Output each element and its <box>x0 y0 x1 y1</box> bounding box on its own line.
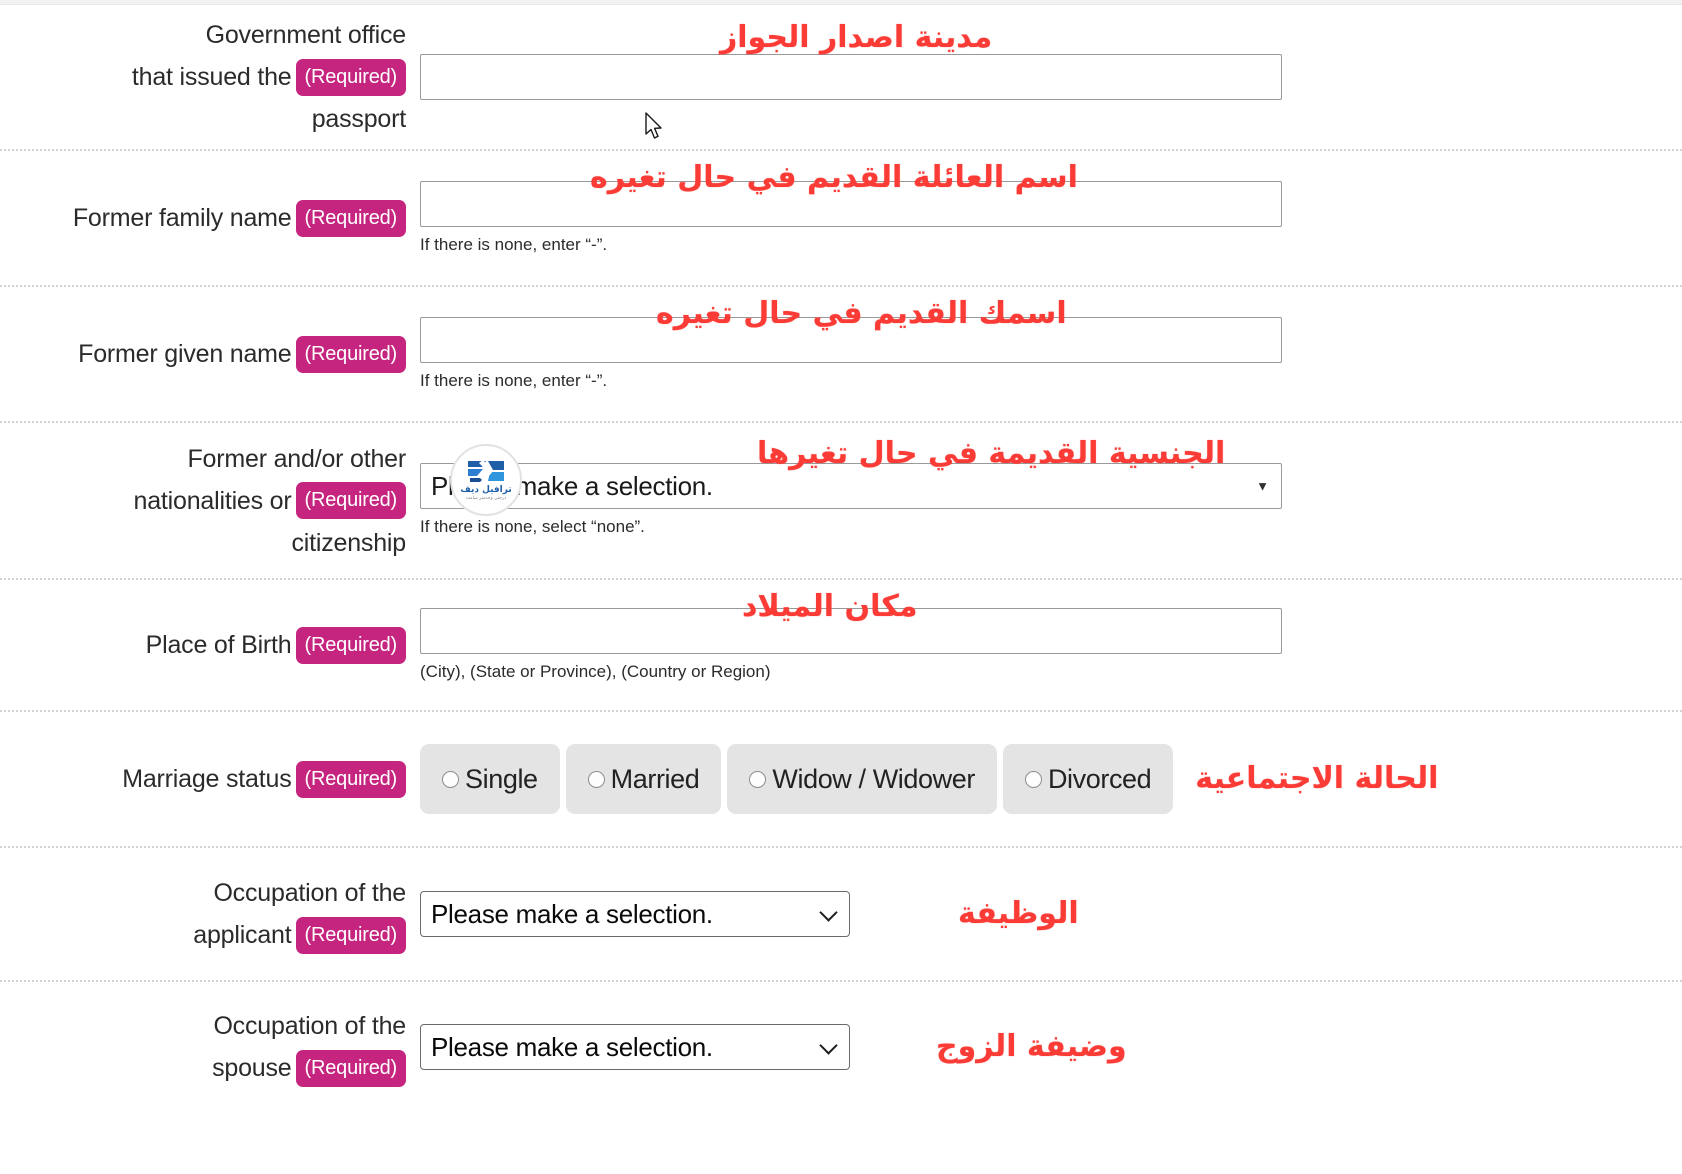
row-field-marriage-status: Single Married Widow / Widower Divorced <box>420 712 1682 846</box>
watermark-tagline: درجتي وخدمتر ميامت <box>465 496 507 502</box>
former-other-nationalities-hint: If there is none, select “none”. <box>420 517 645 537</box>
label-text: Marriage status (Required) <box>122 758 406 800</box>
table-row: Former given name (Required) اسمك القديم … <box>0 287 1682 423</box>
row-field-occupation-applicant: Please make a selection. الوظيفة <box>420 848 1682 980</box>
label-line: Place of Birth <box>145 631 292 659</box>
label-text: Occupation of the spouse (Required) <box>212 1005 406 1089</box>
former-given-name-input[interactable] <box>420 316 1282 363</box>
radio-option-label: Divorced <box>1047 763 1152 794</box>
required-badge: (Required) <box>295 199 406 237</box>
place-of-birth-hint: (City), (State or Province), (Country or… <box>420 661 771 681</box>
label-line: Government office <box>205 21 407 49</box>
required-badge: (Required) <box>295 626 406 664</box>
radio-option-label: Single <box>465 763 538 794</box>
chevron-down-icon <box>819 903 838 922</box>
label-line: Marriage status <box>122 765 292 793</box>
radio-option-divorced[interactable]: Divorced <box>1002 744 1174 814</box>
table-row: Place of Birth (Required) مكان الميلاد (C… <box>0 580 1682 712</box>
required-badge: (Required) <box>295 482 406 520</box>
required-badge: (Required) <box>295 58 406 96</box>
label-text: Government office that issued the (Requir… <box>132 14 406 140</box>
row-field-former-family-name: اسم العائلة القديم في حال تغيره If there… <box>420 151 1682 285</box>
row-field-government-office-passport: مدينة اصدار الجواز <box>420 5 1682 149</box>
label-line: applicant <box>193 921 292 949</box>
occupation-applicant-select[interactable]: Please make a selection. <box>420 891 850 937</box>
marriage-status-radio-group: Single Married Widow / Widower Divorced <box>420 744 1682 814</box>
select-value-text: Please make a selection. <box>431 898 713 929</box>
row-label-former-family-name: Former family name (Required) <box>0 151 420 285</box>
arabic-annotation: مدينة اصدار الجواز <box>720 20 993 55</box>
row-field-former-other-nationalities: Please make a selection. ▼ الجنسية القدي… <box>420 423 1682 578</box>
label-line: Former family name <box>72 204 292 232</box>
label-line: Former given name <box>78 340 292 368</box>
travel-dev-watermark-logo: ترافيل ديف درجتي وخدمتر ميامت <box>450 444 522 516</box>
required-badge: (Required) <box>295 335 406 373</box>
form-field-table: Government office that issued the (Requir… <box>0 5 1682 1112</box>
row-label-occupation-applicant: Occupation of the applicant (Required) <box>0 848 420 980</box>
radio-option-label: Married <box>610 763 700 794</box>
arabic-annotation: الوظيفة <box>958 896 1079 931</box>
row-label-former-other-nationalities: Former and/or other nationalities or (Req… <box>0 423 420 578</box>
select-value-text: Please make a selection. <box>431 1031 713 1062</box>
required-badge: (Required) <box>295 760 406 798</box>
table-row: Occupation of the applicant (Required) Pl… <box>0 848 1682 982</box>
occupation-spouse-select[interactable]: Please make a selection. <box>420 1024 850 1070</box>
label-text: Former and/or other nationalities or (Req… <box>134 438 407 564</box>
watermark-brand-name: ترافيل ديف <box>460 485 512 496</box>
label-line: passport <box>311 105 406 133</box>
occupation-applicant-control-wrap: Please make a selection. الوظيفة <box>420 891 1682 937</box>
row-label-government-office-passport: Government office that issued the (Requir… <box>0 5 420 149</box>
radio-option-label: Widow / Widower <box>772 763 975 794</box>
row-field-occupation-spouse: Please make a selection. وضيفة الزوج <box>420 982 1682 1112</box>
radio-circle-icon[interactable] <box>749 770 767 788</box>
row-label-occupation-spouse: Occupation of the spouse (Required) <box>0 982 420 1112</box>
arabic-annotation: الحالة الاجتماعية <box>1195 761 1439 796</box>
label-text: Former given name (Required) <box>78 333 406 375</box>
radio-circle-icon[interactable] <box>442 770 459 788</box>
label-text: Former family name (Required) <box>73 197 406 239</box>
row-label-place-of-birth: Place of Birth (Required) <box>0 580 420 710</box>
table-row: Former and/or other nationalities or (Req… <box>0 423 1682 580</box>
arabic-annotation: وضيفة الزوج <box>936 1029 1127 1064</box>
brand-mark-icon <box>468 460 504 483</box>
radio-option-married[interactable]: Married <box>565 744 722 814</box>
table-row: Occupation of the spouse (Required) Pleas… <box>0 982 1682 1112</box>
former-other-nationalities-select[interactable]: Please make a selection. ▼ <box>420 463 1282 510</box>
label-text: Occupation of the applicant (Required) <box>193 872 406 956</box>
label-line: citizenship <box>291 528 406 557</box>
label-line: spouse <box>212 1054 292 1082</box>
former-given-name-hint: If there is none, enter “-”. <box>420 370 608 390</box>
row-label-former-given-name: Former given name (Required) <box>0 287 420 421</box>
place-of-birth-input[interactable] <box>420 607 1282 654</box>
radio-circle-icon[interactable] <box>587 770 605 788</box>
radio-option-single[interactable]: Single <box>420 744 560 814</box>
table-row: Marriage status (Required) Single Married <box>0 712 1682 848</box>
row-field-place-of-birth: مكان الميلاد (City), (State or Province)… <box>420 580 1682 710</box>
former-family-name-hint: If there is none, enter “-”. <box>420 234 608 254</box>
required-badge: (Required) <box>295 1049 406 1087</box>
radio-circle-icon[interactable] <box>1024 770 1042 788</box>
table-row: Former family name (Required) اسم العائلة… <box>0 151 1682 287</box>
former-family-name-input[interactable] <box>420 180 1282 227</box>
visa-application-form-page: Government office that issued the (Requir… <box>0 0 1682 1174</box>
label-line: Occupation of the <box>213 879 406 907</box>
chevron-down-icon: ▼ <box>1256 478 1269 494</box>
government-office-passport-input[interactable] <box>420 54 1282 100</box>
occupation-spouse-control-wrap: Please make a selection. وضيفة الزوج <box>420 1024 1682 1070</box>
label-line: nationalities or <box>133 486 292 515</box>
label-line: Former and/or other <box>187 444 406 473</box>
label-line: that issued the <box>131 63 292 91</box>
chevron-down-icon <box>819 1036 838 1055</box>
label-text: Place of Birth (Required) <box>146 624 406 666</box>
row-field-former-given-name: اسمك القديم في حال تغيره If there is non… <box>420 287 1682 421</box>
row-label-marriage-status: Marriage status (Required) <box>0 712 420 846</box>
label-line: Occupation of the <box>213 1012 406 1040</box>
radio-option-widow-widower[interactable]: Widow / Widower <box>727 744 997 814</box>
required-badge: (Required) <box>295 916 406 954</box>
table-row: Government office that issued the (Requir… <box>0 5 1682 151</box>
